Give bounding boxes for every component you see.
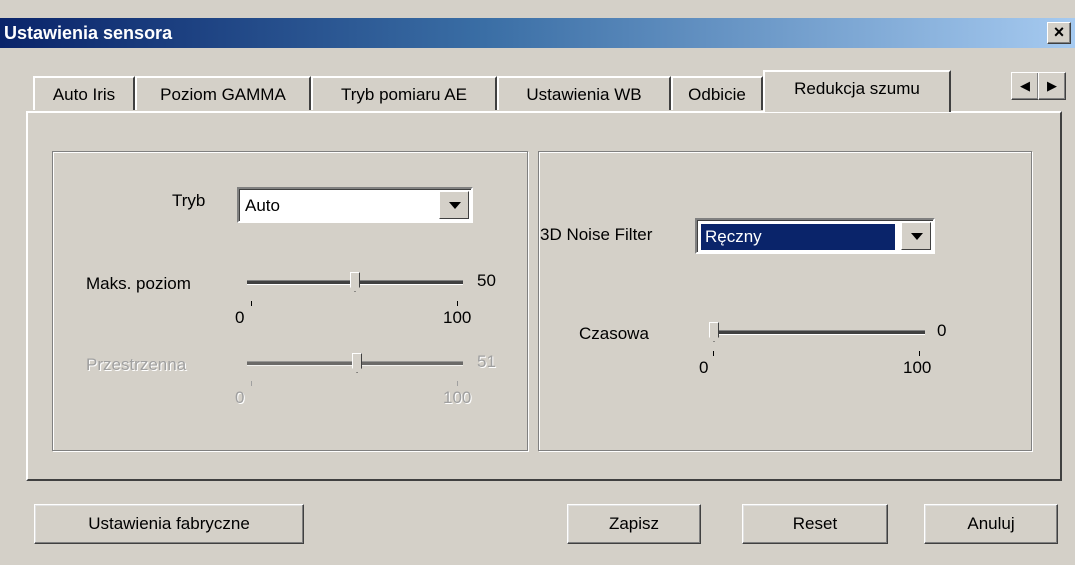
window-title: Ustawienia sensora	[4, 23, 173, 43]
spatial-min: 0	[235, 388, 245, 407]
temporal-max: 100	[903, 358, 932, 377]
tab-auto-iris[interactable]: Auto Iris	[33, 76, 135, 110]
max-level-max: 100	[443, 308, 472, 327]
spatial-label: Przestrzenna	[86, 355, 187, 374]
mode-select[interactable]: Auto	[237, 187, 473, 223]
save-button[interactable]: Zapisz	[567, 504, 701, 544]
temporal-min: 0	[699, 358, 709, 377]
temporal-value: 0	[937, 321, 947, 340]
max-level-value: 50	[477, 271, 496, 290]
chevron-down-icon[interactable]	[439, 191, 469, 219]
spatial-slider-thumb	[352, 353, 363, 373]
tab-noise-reduction[interactable]: Redukcja szumu	[763, 70, 951, 112]
3d-noise-filter-value: Ręczny	[701, 224, 895, 250]
3d-noise-filter-group: 3D Noise Filter Ręczny Czasowa 0 0 100	[538, 151, 1032, 451]
mode-label: Tryb	[172, 191, 206, 210]
3d-noise-filter-label: 3D Noise Filter	[540, 225, 653, 244]
3d-noise-filter-select[interactable]: Ręczny	[695, 218, 935, 254]
max-level-label: Maks. poziom	[86, 274, 191, 293]
tab-scroll-right-button[interactable]: ▶	[1038, 72, 1066, 100]
tab-ae-metering[interactable]: Tryb pomiaru AE	[311, 76, 497, 110]
max-level-min: 0	[235, 308, 245, 327]
cancel-button[interactable]: Anuluj	[924, 504, 1058, 544]
factory-settings-button[interactable]: Ustawienia fabryczne	[34, 504, 304, 544]
title-bar[interactable]: Ustawienia sensora ×	[0, 18, 1075, 48]
spatial-max: 100	[443, 388, 472, 407]
tab-panel: Tryb Auto Maks. poziom 50 0 100 Przestrz…	[26, 111, 1062, 481]
tab-wb-settings[interactable]: Ustawienia WB	[497, 76, 671, 110]
max-level-slider-thumb[interactable]	[350, 272, 360, 292]
sensor-settings-dialog: Ustawienia sensora × Auto Iris Poziom GA…	[0, 0, 1075, 565]
noise-settings-group: Tryb Auto Maks. poziom 50 0 100 Przestrz…	[52, 151, 528, 451]
close-button[interactable]: ×	[1047, 22, 1071, 44]
temporal-slider-thumb[interactable]	[709, 322, 719, 342]
chevron-down-icon[interactable]	[901, 222, 931, 250]
reset-button[interactable]: Reset	[742, 504, 888, 544]
tab-mirror[interactable]: Odbicie	[671, 76, 763, 110]
tab-scroll-left-button[interactable]: ◀	[1011, 72, 1039, 100]
temporal-label: Czasowa	[579, 324, 649, 343]
mode-value: Auto	[245, 196, 280, 215]
spatial-value: 51	[477, 352, 496, 371]
tab-gamma-level[interactable]: Poziom GAMMA	[135, 76, 311, 110]
